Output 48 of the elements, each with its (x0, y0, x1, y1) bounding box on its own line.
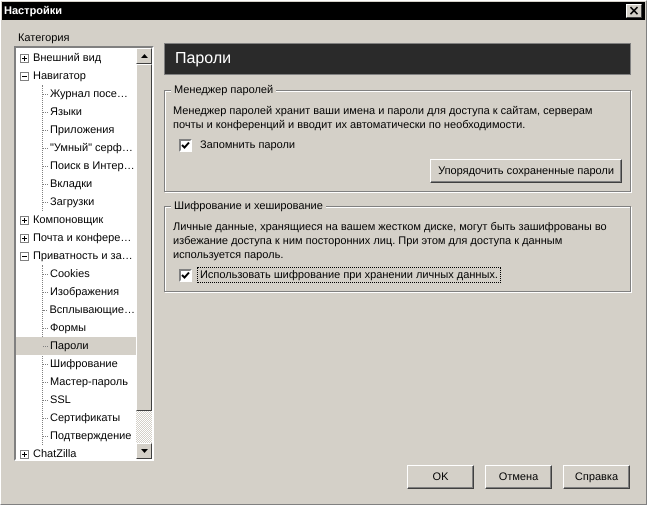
tree-item[interactable]: Шифрование (49, 358, 119, 370)
manage-passwords-button[interactable]: Упорядочить сохраненные пароли (430, 159, 622, 183)
checkbox-label[interactable]: Использовать шифрование при хранении личных данных. (197, 267, 501, 283)
ok-button[interactable]: OK (407, 465, 474, 489)
tree-item[interactable]: Приложения (49, 124, 116, 136)
group-title: Шифрование и хеширование (171, 200, 326, 212)
scroll-down-icon[interactable] (136, 443, 152, 459)
cancel-button[interactable]: Отмена (485, 465, 552, 489)
tree-item[interactable]: Всплывающие… (48, 304, 136, 316)
scrollbar[interactable] (136, 48, 152, 459)
tree-item[interactable]: Сертификаты (49, 412, 122, 424)
checkbox-label[interactable]: Запомнить пароли (197, 137, 298, 153)
help-button[interactable]: Справка (563, 465, 630, 489)
description-text: Менеджер паролей хранит ваши имена и пароли для доступа к сайтам, серверам почты и конференций и вводит их автоматически по необходимости. (173, 104, 594, 132)
group-title: Менеджер паролей (171, 84, 276, 96)
tree-item[interactable]: "Умный" серф… (49, 142, 134, 154)
expand-icon[interactable] (20, 234, 29, 242)
checkbox[interactable] (179, 138, 192, 152)
checkbox[interactable] (179, 268, 192, 282)
tree-item[interactable]: Навигатор (32, 70, 87, 82)
tree-item[interactable]: Вкладки (49, 178, 94, 190)
tree-item[interactable]: Загрузки (49, 196, 96, 208)
tree-item[interactable]: Внешний вид (32, 52, 102, 64)
tree-item[interactable]: Почта и конфере… (32, 232, 132, 244)
tree-item[interactable]: ChatZilla (32, 448, 78, 459)
tree-item[interactable]: Компоновщик (32, 214, 104, 226)
scroll-up-icon[interactable] (136, 48, 152, 64)
tree-item[interactable]: SSL (49, 394, 72, 406)
expand-icon[interactable] (20, 216, 29, 224)
scroll-thumb[interactable] (136, 64, 152, 411)
collapse-icon[interactable] (20, 72, 29, 80)
tree-item[interactable]: Приватность и за… (32, 250, 134, 262)
tree-item[interactable]: Формы (49, 322, 88, 334)
expand-icon[interactable] (20, 450, 29, 458)
tree-item[interactable]: Поиск в Интер… (49, 160, 136, 172)
window-title: Настройки (4, 5, 62, 17)
panel-title: Пароли (175, 50, 232, 68)
close-button[interactable]: × (626, 4, 642, 18)
tree-item[interactable]: Языки (49, 106, 83, 118)
expand-icon[interactable] (20, 54, 29, 62)
tree-item[interactable]: Журнал посе… (49, 88, 129, 100)
description-text: Личные данные, хранящиеся на вашем жестком диске, могут быть зашифрованы во избежание доступа к ним посторонних лиц. При этом для доступа к данным используется пароль. (173, 220, 608, 262)
tree-item[interactable]: Изображения (49, 286, 120, 298)
tree-item[interactable]: Подтверждение (49, 430, 132, 442)
category-label: Категория (17, 31, 70, 46)
tree-item[interactable]: Cookies (49, 268, 91, 280)
collapse-icon[interactable] (20, 252, 29, 260)
tree-item[interactable]: Мастер-пароль (49, 376, 129, 388)
